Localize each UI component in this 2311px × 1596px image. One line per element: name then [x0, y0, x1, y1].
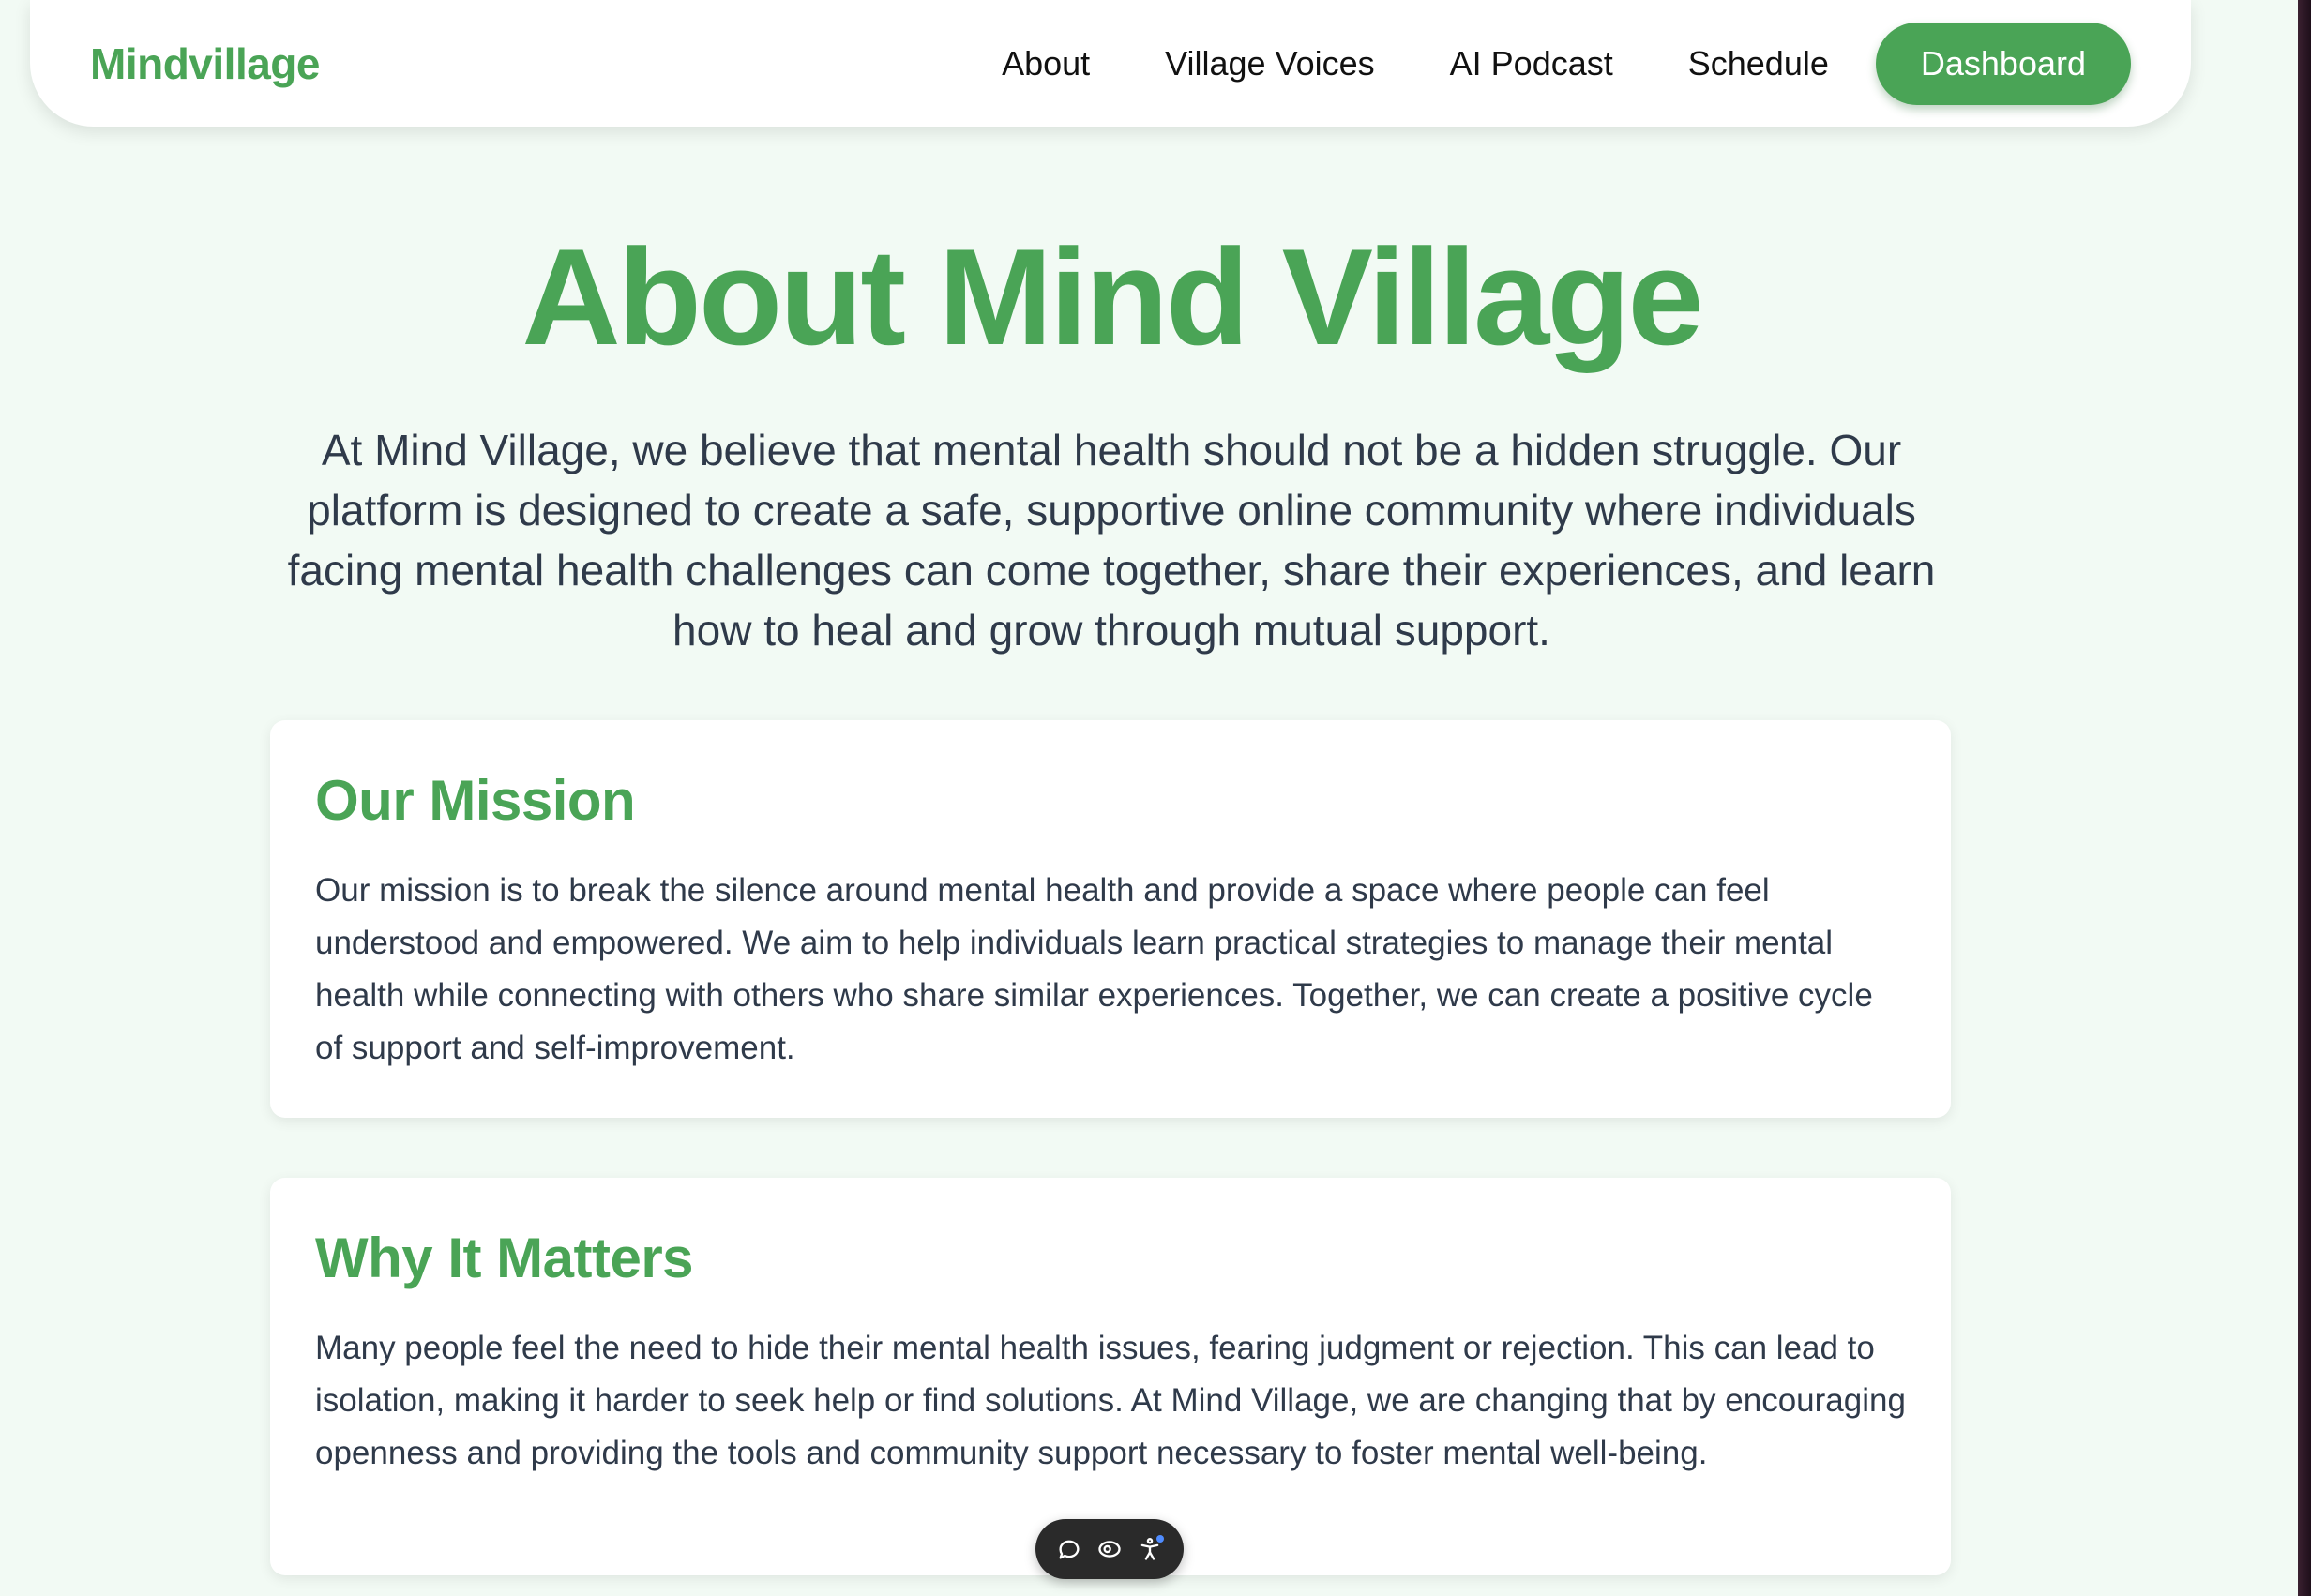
nav-links: About Village Voices AI Podcast Schedule… — [1002, 23, 2131, 105]
mission-text: Our mission is to break the silence arou… — [315, 872, 1873, 1066]
why-it-matters-text: Many people feel the need to hide their … — [315, 1330, 1906, 1471]
dashboard-button[interactable]: Dashboard — [1875, 23, 2131, 105]
accessibility-icon[interactable] — [1134, 1533, 1166, 1565]
eye-icon[interactable] — [1094, 1533, 1125, 1565]
why-it-matters-title: Why It Matters — [315, 1227, 694, 1289]
nav-link-about[interactable]: About — [1002, 23, 1090, 105]
nav-link-schedule[interactable]: Schedule — [1688, 23, 1829, 105]
page-title: About Mind Village — [521, 220, 1703, 373]
nav-link-village-voices[interactable]: Village Voices — [1165, 23, 1375, 105]
brand-logo[interactable]: Mindvillage — [90, 36, 320, 92]
why-it-matters-card: Why It Matters Many people feel the need… — [270, 1178, 1951, 1575]
intro-paragraph: At Mind Village, we believe that mental … — [287, 426, 1936, 655]
floating-toolbar — [1035, 1519, 1184, 1579]
mission-title: Our Mission — [315, 769, 636, 832]
comment-icon[interactable] — [1053, 1533, 1085, 1565]
top-navbar: Mindvillage About Village Voices AI Podc… — [30, 0, 2191, 127]
mission-card: Our Mission Our mission is to break the … — [270, 720, 1951, 1118]
nav-link-ai-podcast[interactable]: AI Podcast — [1450, 23, 1613, 105]
window-edge — [2298, 0, 2311, 1596]
